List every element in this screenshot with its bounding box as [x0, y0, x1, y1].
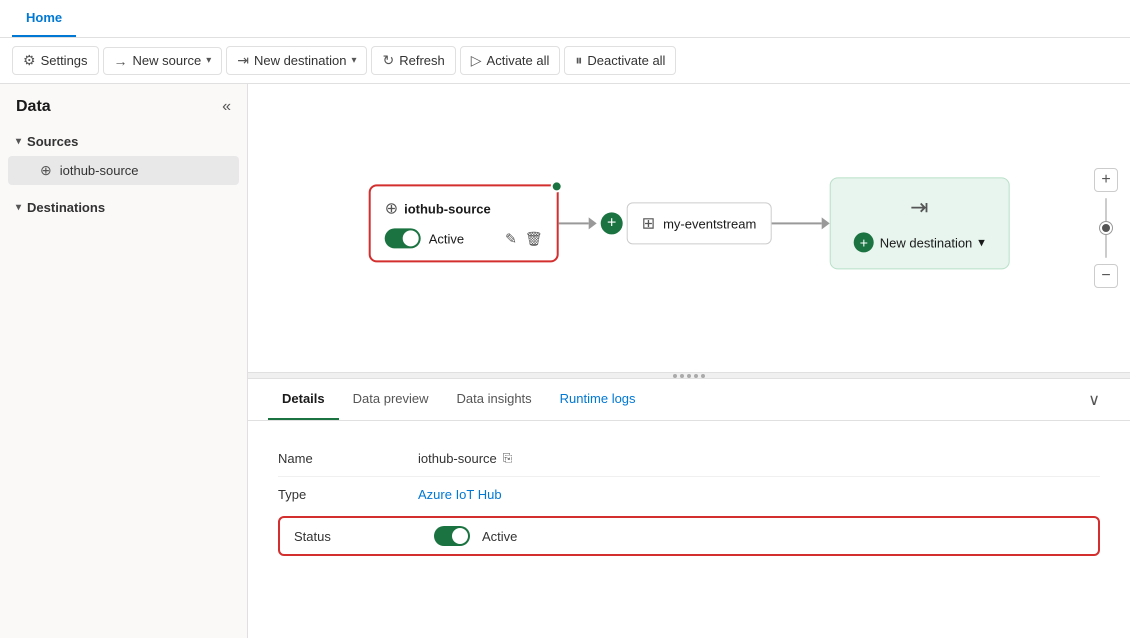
deactivate-all-button[interactable]: ⏸ Deactivate all — [564, 46, 676, 75]
canvas: ⊕ iothub-source Active ✎ 🗑 — [248, 84, 1130, 372]
dest-new-label: New destination — [880, 235, 973, 250]
status-toggle-thumb — [452, 528, 468, 544]
copy-name-icon[interactable]: ⎘ — [503, 451, 513, 466]
name-value: iothub-source ⎘ — [418, 451, 512, 466]
settings-button[interactable]: ⚙ Settings — [12, 46, 99, 75]
toolbar: ⚙ Settings → New source ▾ ⇥ New destinat… — [0, 38, 1130, 84]
destination-node[interactable]: ⇥ + New destination ▾ — [829, 177, 1009, 269]
status-value: Active — [434, 526, 517, 546]
zoom-controls: + − — [1094, 168, 1118, 288]
source-node[interactable]: ⊕ iothub-source Active ✎ 🗑 — [369, 184, 559, 262]
tab-runtime-logs[interactable]: Runtime logs — [546, 379, 650, 420]
deactivate-icon: ⏸ — [575, 52, 582, 69]
source-toggle[interactable] — [385, 228, 421, 248]
sources-section-label: Sources — [27, 134, 78, 149]
center-node[interactable]: ⊞ my-eventstream — [627, 202, 772, 244]
edit-source-icon[interactable]: ✎ — [505, 230, 517, 247]
deactivate-all-label: Deactivate all — [587, 53, 665, 68]
type-label: Type — [278, 487, 398, 502]
new-destination-button[interactable]: ⇥ New destination ▾ — [226, 46, 367, 75]
new-destination-label: New destination — [254, 53, 347, 68]
status-toggle[interactable] — [434, 526, 470, 546]
source-node-name: iothub-source — [404, 201, 491, 216]
sidebar-collapse-button[interactable]: « — [222, 98, 231, 116]
activate-all-button[interactable]: ▷ Activate all — [460, 46, 561, 75]
add-node-button[interactable]: + — [601, 212, 623, 234]
settings-icon: ⚙ — [23, 52, 36, 69]
center-node-name: my-eventstream — [663, 216, 756, 231]
destinations-section: ▾ Destinations — [0, 190, 247, 225]
details-name-row: Name iothub-source ⎘ — [278, 441, 1100, 476]
sidebar-item-iothub-source[interactable]: ⊕ iothub-source — [8, 156, 239, 185]
new-destination-caret: ▾ — [351, 55, 356, 66]
details-collapse-button[interactable]: ∨ — [1078, 380, 1110, 420]
refresh-label: Refresh — [399, 53, 445, 68]
new-source-label: New source — [133, 53, 202, 68]
status-row-highlighted: Status Active — [278, 516, 1100, 556]
sidebar: Data « ▾ Sources ⊕ iothub-source ▾ Desti… — [0, 84, 248, 638]
sources-section-header[interactable]: ▾ Sources — [0, 128, 247, 155]
details-type-row: Type Azure IoT Hub — [278, 476, 1100, 512]
source-connector: + — [559, 212, 627, 234]
refresh-icon: ↻ — [382, 52, 394, 69]
details-content: Name iothub-source ⎘ Type Azure IoT Hub … — [248, 421, 1130, 576]
connector-line-1 — [559, 222, 589, 224]
tab-data-preview[interactable]: Data preview — [339, 379, 443, 420]
source-node-icon: ⊕ — [385, 198, 398, 218]
delete-source-icon[interactable]: 🗑 — [525, 230, 543, 247]
dest-plus-icon: + — [854, 232, 874, 252]
source-item-label: iothub-source — [60, 163, 139, 178]
name-label: Name — [278, 451, 398, 466]
flow-diagram: ⊕ iothub-source Active ✎ 🗑 — [369, 177, 1010, 269]
zoom-out-button[interactable]: − — [1094, 264, 1118, 288]
main-layout: Data « ▾ Sources ⊕ iothub-source ▾ Desti… — [0, 84, 1130, 638]
source-status-label: Active — [429, 231, 464, 246]
tab-details[interactable]: Details — [268, 379, 339, 420]
source-connection-dot — [551, 180, 563, 192]
new-source-button[interactable]: → New source ▾ — [103, 47, 223, 75]
zoom-slider-track — [1105, 198, 1107, 258]
refresh-button[interactable]: ↻ Refresh — [371, 46, 455, 75]
details-tabs: Details Data preview Data insights Runti… — [248, 379, 1130, 421]
new-source-caret: ▾ — [206, 55, 211, 66]
source-item-icon: ⊕ — [40, 162, 52, 179]
new-destination-icon: ⇥ — [237, 52, 249, 69]
toggle-thumb — [403, 230, 419, 246]
status-label: Status — [294, 529, 414, 544]
connector-arrow-1 — [589, 217, 597, 229]
center-node-icon: ⊞ — [642, 213, 655, 233]
zoom-in-button[interactable]: + — [1094, 168, 1118, 192]
activate-all-label: Activate all — [487, 53, 550, 68]
zoom-slider-thumb[interactable] — [1100, 222, 1112, 234]
name-value-text: iothub-source — [418, 451, 497, 466]
sources-section: ▾ Sources ⊕ iothub-source — [0, 124, 247, 190]
new-source-icon: → — [114, 53, 128, 69]
right-line — [771, 222, 821, 224]
destinations-section-label: Destinations — [27, 200, 105, 215]
sidebar-title: Data — [16, 98, 51, 116]
details-panel: Details Data preview Data insights Runti… — [248, 378, 1130, 638]
sources-chevron-icon: ▾ — [16, 136, 21, 147]
type-value-text: Azure IoT Hub — [418, 487, 502, 502]
dest-caret-icon: ▾ — [978, 234, 985, 250]
right-arrow — [821, 217, 829, 229]
type-value: Azure IoT Hub — [418, 487, 502, 502]
destinations-section-header[interactable]: ▾ Destinations — [0, 194, 247, 221]
destinations-chevron-icon: ▾ — [16, 202, 21, 213]
tab-data-insights[interactable]: Data insights — [443, 379, 546, 420]
tab-home[interactable]: Home — [12, 0, 76, 37]
settings-label: Settings — [41, 53, 88, 68]
status-value-text: Active — [482, 529, 517, 544]
right-connector — [771, 217, 829, 229]
new-destination-canvas-button[interactable]: + New destination ▾ — [854, 232, 985, 252]
activate-icon: ▷ — [471, 52, 482, 69]
dest-node-icon: ⇥ — [910, 194, 928, 220]
